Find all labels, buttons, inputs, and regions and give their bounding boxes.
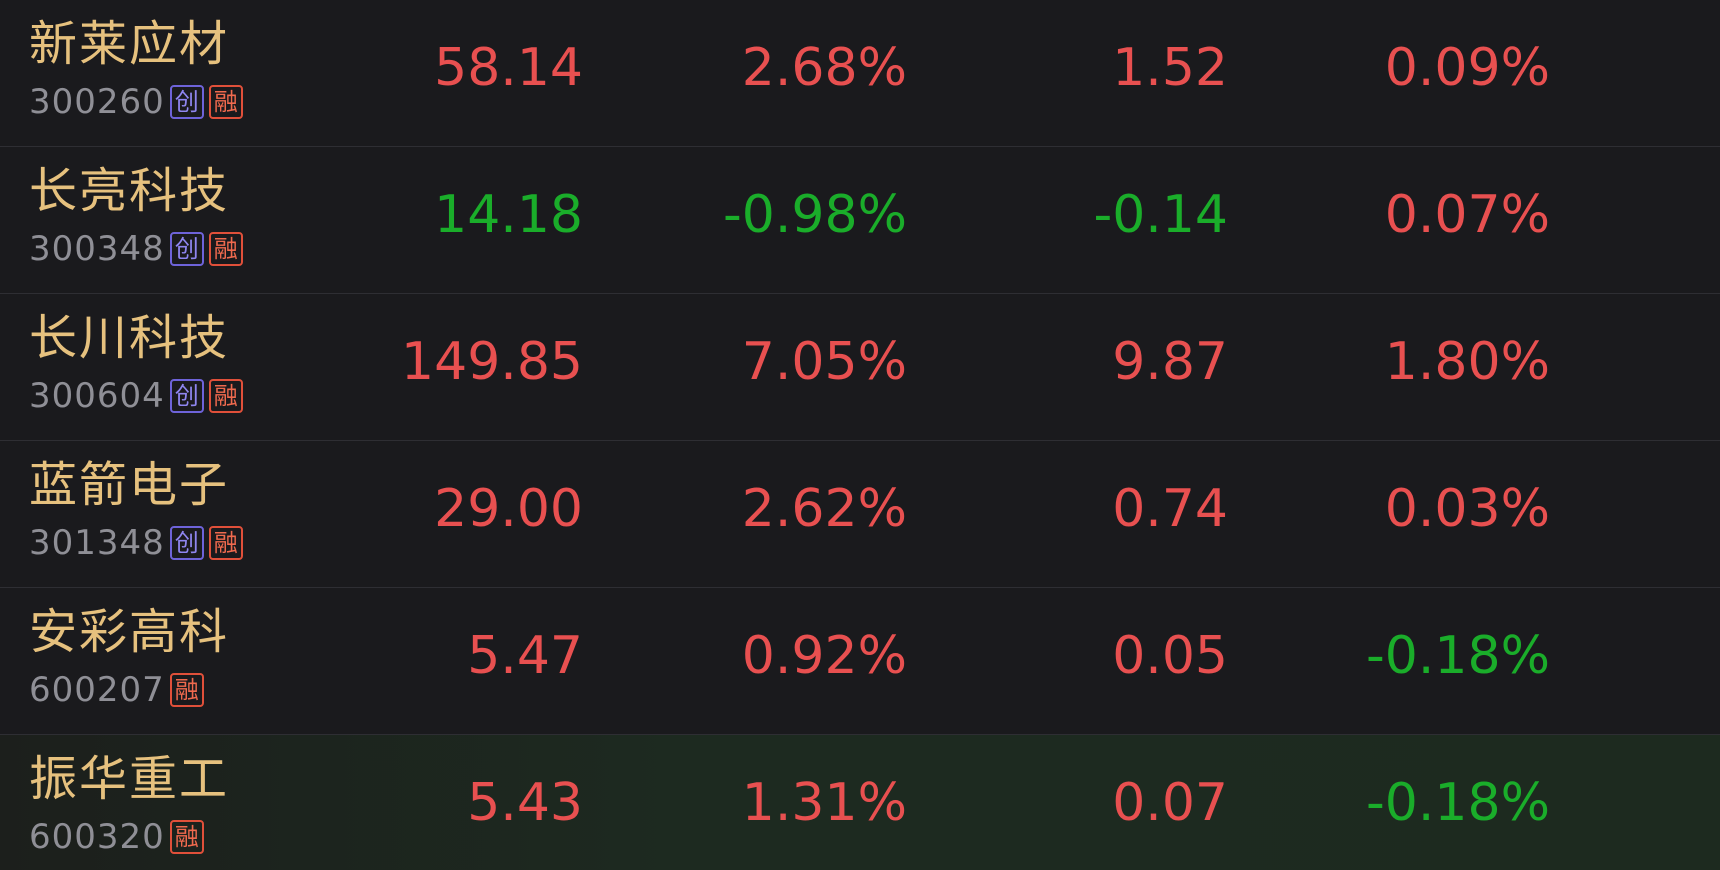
stock-row[interactable]: 新莱应材 300260 创融 58.14 2.68% 1.52 0.09% [0, 0, 1720, 147]
change-amount: 0.74 [1112, 479, 1228, 539]
change-amount: 1.52 [1112, 38, 1228, 98]
stock-name: 安彩高科 [29, 604, 230, 660]
change-amount: 0.07 [1112, 773, 1228, 833]
stock-list: 新莱应材 300260 创融 58.14 2.68% 1.52 0.09% 长亮科技 30034… [0, 0, 1720, 870]
margin-trading-badge: 融 [169, 673, 204, 707]
margin-trading-badge: 融 [208, 379, 243, 413]
stock-code-line: 300348 创融 [29, 229, 243, 269]
stock-code-line: 301348 创融 [29, 523, 243, 563]
stock-row[interactable]: 安彩高科 600207 融 5.47 0.92% 0.05 -0.18% [0, 588, 1720, 735]
change-percent: 2.62% [741, 479, 907, 539]
stock-code: 301348 [29, 523, 165, 563]
stock-name: 振华重工 [29, 751, 230, 807]
stock-name: 长川科技 [29, 310, 230, 366]
stock-row[interactable]: 长亮科技 300348 创融 14.18 -0.98% -0.14 0.07% [0, 147, 1720, 294]
stock-row[interactable]: 长川科技 300604 创融 149.85 7.05% 9.87 1.80% [0, 294, 1720, 441]
stock-code: 300260 [29, 82, 165, 122]
stock-code: 300604 [29, 376, 165, 416]
latest-price: 5.47 [467, 626, 583, 686]
margin-trading-badge: 融 [169, 820, 204, 854]
stock-code: 600207 [29, 670, 165, 710]
change-percent: 0.92% [741, 626, 907, 686]
change-amount: 0.05 [1112, 626, 1228, 686]
change-percent: 2.68% [741, 38, 907, 98]
change-percent: 1.31% [741, 773, 907, 833]
change-amount: 9.87 [1112, 332, 1228, 392]
stock-code-line: 300604 创融 [29, 376, 243, 416]
change-percent: 7.05% [741, 332, 907, 392]
latest-price: 149.85 [401, 332, 583, 392]
change-percent: -0.98% [723, 185, 907, 245]
stock-code: 600320 [29, 817, 165, 857]
stock-code-line: 600207 融 [29, 670, 204, 710]
stock-code: 300348 [29, 229, 165, 269]
rise-speed: -0.18% [1366, 773, 1550, 833]
latest-price: 14.18 [434, 185, 583, 245]
stock-name: 新莱应材 [29, 16, 230, 72]
rise-speed: 1.80% [1384, 332, 1550, 392]
chinext-badge: 创 [169, 526, 204, 560]
latest-price: 5.43 [467, 773, 583, 833]
stock-row[interactable]: 振华重工 600320 融 5.43 1.31% 0.07 -0.18% [0, 735, 1720, 870]
rise-speed: 0.03% [1384, 479, 1550, 539]
stock-code-line: 300260 创融 [29, 82, 243, 122]
rise-speed: 0.07% [1384, 185, 1550, 245]
rise-speed: -0.18% [1366, 626, 1550, 686]
margin-trading-badge: 融 [208, 526, 243, 560]
latest-price: 58.14 [434, 38, 583, 98]
chinext-badge: 创 [169, 232, 204, 266]
chinext-badge: 创 [169, 85, 204, 119]
chinext-badge: 创 [169, 379, 204, 413]
stock-row[interactable]: 蓝箭电子 301348 创融 29.00 2.62% 0.74 0.03% [0, 441, 1720, 588]
stock-code-line: 600320 融 [29, 817, 204, 857]
latest-price: 29.00 [434, 479, 583, 539]
change-amount: -0.14 [1093, 185, 1228, 245]
rise-speed: 0.09% [1384, 38, 1550, 98]
stock-name: 蓝箭电子 [29, 457, 230, 513]
stock-name: 长亮科技 [29, 163, 230, 219]
margin-trading-badge: 融 [208, 232, 243, 266]
margin-trading-badge: 融 [208, 85, 243, 119]
